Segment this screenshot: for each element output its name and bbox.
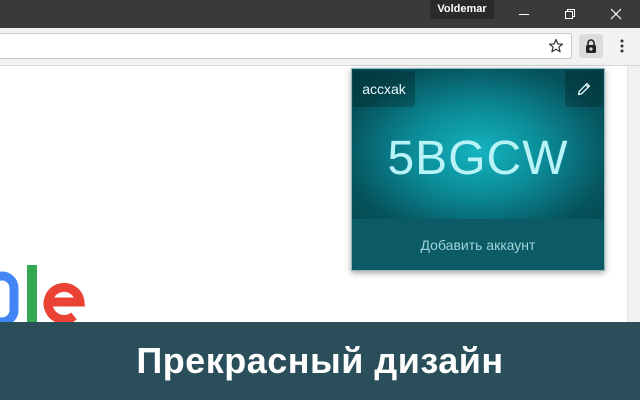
star-icon[interactable] <box>548 38 564 54</box>
account-name-label: accxak <box>353 71 415 107</box>
minimize-button[interactable] <box>501 0 547 28</box>
authenticator-extension-button[interactable] <box>579 34 603 58</box>
address-bar[interactable] <box>0 33 572 59</box>
code-panel: accxak 5BGCW <box>352 69 604 219</box>
close-window-button[interactable] <box>593 0 639 28</box>
promo-banner: Прекрасный дизайн <box>0 322 640 400</box>
window-titlebar: Voldemar <box>0 0 640 28</box>
page-scrollbar[interactable] <box>627 66 640 322</box>
restore-icon <box>565 9 575 19</box>
authenticator-popup: accxak 5BGCW Добавить аккаунт <box>351 68 605 271</box>
edit-button[interactable] <box>565 71 603 107</box>
lock-icon <box>586 39 596 53</box>
browser-toolbar <box>0 28 640 66</box>
otp-code[interactable]: 5BGCW <box>352 131 604 187</box>
close-icon <box>610 8 622 20</box>
logo-fragment-image <box>0 265 85 327</box>
pencil-icon <box>577 82 591 96</box>
banner-caption: Прекрасный дизайн <box>136 340 504 381</box>
kebab-menu-icon[interactable] <box>616 38 628 54</box>
add-account-button[interactable]: Добавить аккаунт <box>352 219 604 270</box>
minimize-icon <box>519 14 529 15</box>
profile-name-badge[interactable]: Voldemar <box>430 0 494 19</box>
restore-button[interactable] <box>547 0 593 28</box>
